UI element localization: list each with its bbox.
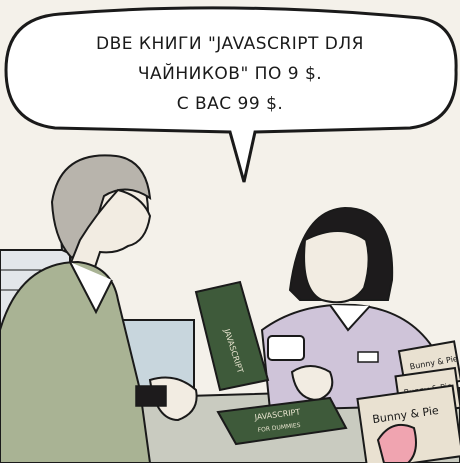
speech-line-1: DBE КНИГИ "JAVASCRIPT DЛЯ	[96, 34, 364, 54]
wallet	[135, 385, 167, 407]
customer	[0, 154, 198, 463]
barcode-scanner	[267, 335, 305, 361]
speech-line-3: С ВАС 99 $.	[176, 94, 284, 114]
speech-line-2: ЧАЙНИКОВ" ПО 9 $.	[137, 64, 323, 84]
held-book: JAVASCRIPT	[194, 280, 270, 392]
speech-bubble-text: DBE КНИГИ "JAVASCRIPT DЛЯ ЧАЙНИКОВ" ПО 9…	[18, 22, 442, 126]
comic-panel: JAVASCRIPT JAVASCRIPT FOR DUMMIES Bunny …	[0, 0, 460, 463]
